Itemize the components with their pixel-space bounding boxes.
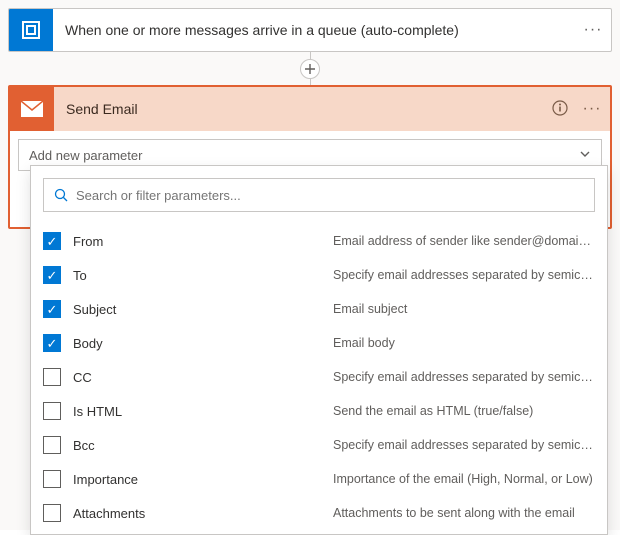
parameter-option[interactable]: SubjectEmail subject [31, 292, 607, 326]
parameter-search-input[interactable] [76, 188, 584, 203]
parameter-option[interactable]: ToSpecify email addresses separated by s… [31, 258, 607, 292]
parameter-option[interactable]: BodyEmail body [31, 326, 607, 360]
chevron-down-icon [579, 148, 591, 163]
parameter-name: Attachments [73, 506, 333, 521]
parameter-checkbox[interactable] [43, 368, 61, 386]
search-icon [54, 188, 68, 202]
parameter-name: Subject [73, 302, 333, 317]
service-bus-icon [9, 8, 53, 52]
action-menu-button[interactable]: ··· [574, 100, 610, 118]
action-header[interactable]: Send Email ··· [10, 87, 610, 131]
parameter-dropdown-panel: FromEmail address of sender like sender@… [30, 165, 608, 535]
parameter-checkbox[interactable] [43, 232, 61, 250]
parameter-checkbox[interactable] [43, 334, 61, 352]
parameter-description: Email subject [333, 302, 595, 316]
parameter-description: Send the email as HTML (true/false) [333, 404, 595, 418]
parameter-checkbox[interactable] [43, 266, 61, 284]
add-parameter-label: Add new parameter [29, 148, 142, 163]
parameter-name: Body [73, 336, 333, 351]
info-icon[interactable] [546, 100, 574, 119]
parameter-name: To [73, 268, 333, 283]
parameter-checkbox[interactable] [43, 470, 61, 488]
add-step-button[interactable] [300, 59, 320, 79]
parameter-name: Bcc [73, 438, 333, 453]
parameter-checkbox[interactable] [43, 504, 61, 522]
parameter-name: CC [73, 370, 333, 385]
parameter-option[interactable]: BccSpecify email addresses separated by … [31, 428, 607, 462]
parameter-checkbox[interactable] [43, 436, 61, 454]
connector [8, 52, 612, 85]
trigger-menu-button[interactable]: ··· [575, 21, 611, 39]
parameter-name: Is HTML [73, 404, 333, 419]
parameter-option[interactable]: AttachmentsAttachments to be sent along … [31, 496, 607, 530]
trigger-title: When one or more messages arrive in a qu… [53, 22, 575, 38]
parameter-checkbox[interactable] [43, 402, 61, 420]
parameter-option[interactable]: ImportanceImportance of the email (High,… [31, 462, 607, 496]
parameter-name: From [73, 234, 333, 249]
parameter-search-box[interactable] [43, 178, 595, 212]
parameter-description: Email address of sender like sender@doma… [333, 234, 595, 248]
trigger-card[interactable]: When one or more messages arrive in a qu… [8, 8, 612, 52]
parameter-description: Specify email addresses separated by sem… [333, 370, 595, 384]
parameter-description: Importance of the email (High, Normal, o… [333, 472, 595, 486]
parameter-option[interactable]: CCSpecify email addresses separated by s… [31, 360, 607, 394]
parameter-option[interactable]: Is HTMLSend the email as HTML (true/fals… [31, 394, 607, 428]
parameter-checkbox[interactable] [43, 300, 61, 318]
action-title: Send Email [54, 101, 546, 117]
parameter-description: Attachments to be sent along with the em… [333, 506, 595, 520]
parameter-description: Email body [333, 336, 595, 350]
parameter-description: Specify email addresses separated by sem… [333, 268, 595, 282]
parameter-option[interactable]: FromEmail address of sender like sender@… [31, 224, 607, 258]
parameter-name: Importance [73, 472, 333, 487]
parameter-description: Specify email addresses separated by sem… [333, 438, 595, 452]
mail-icon [10, 87, 54, 131]
